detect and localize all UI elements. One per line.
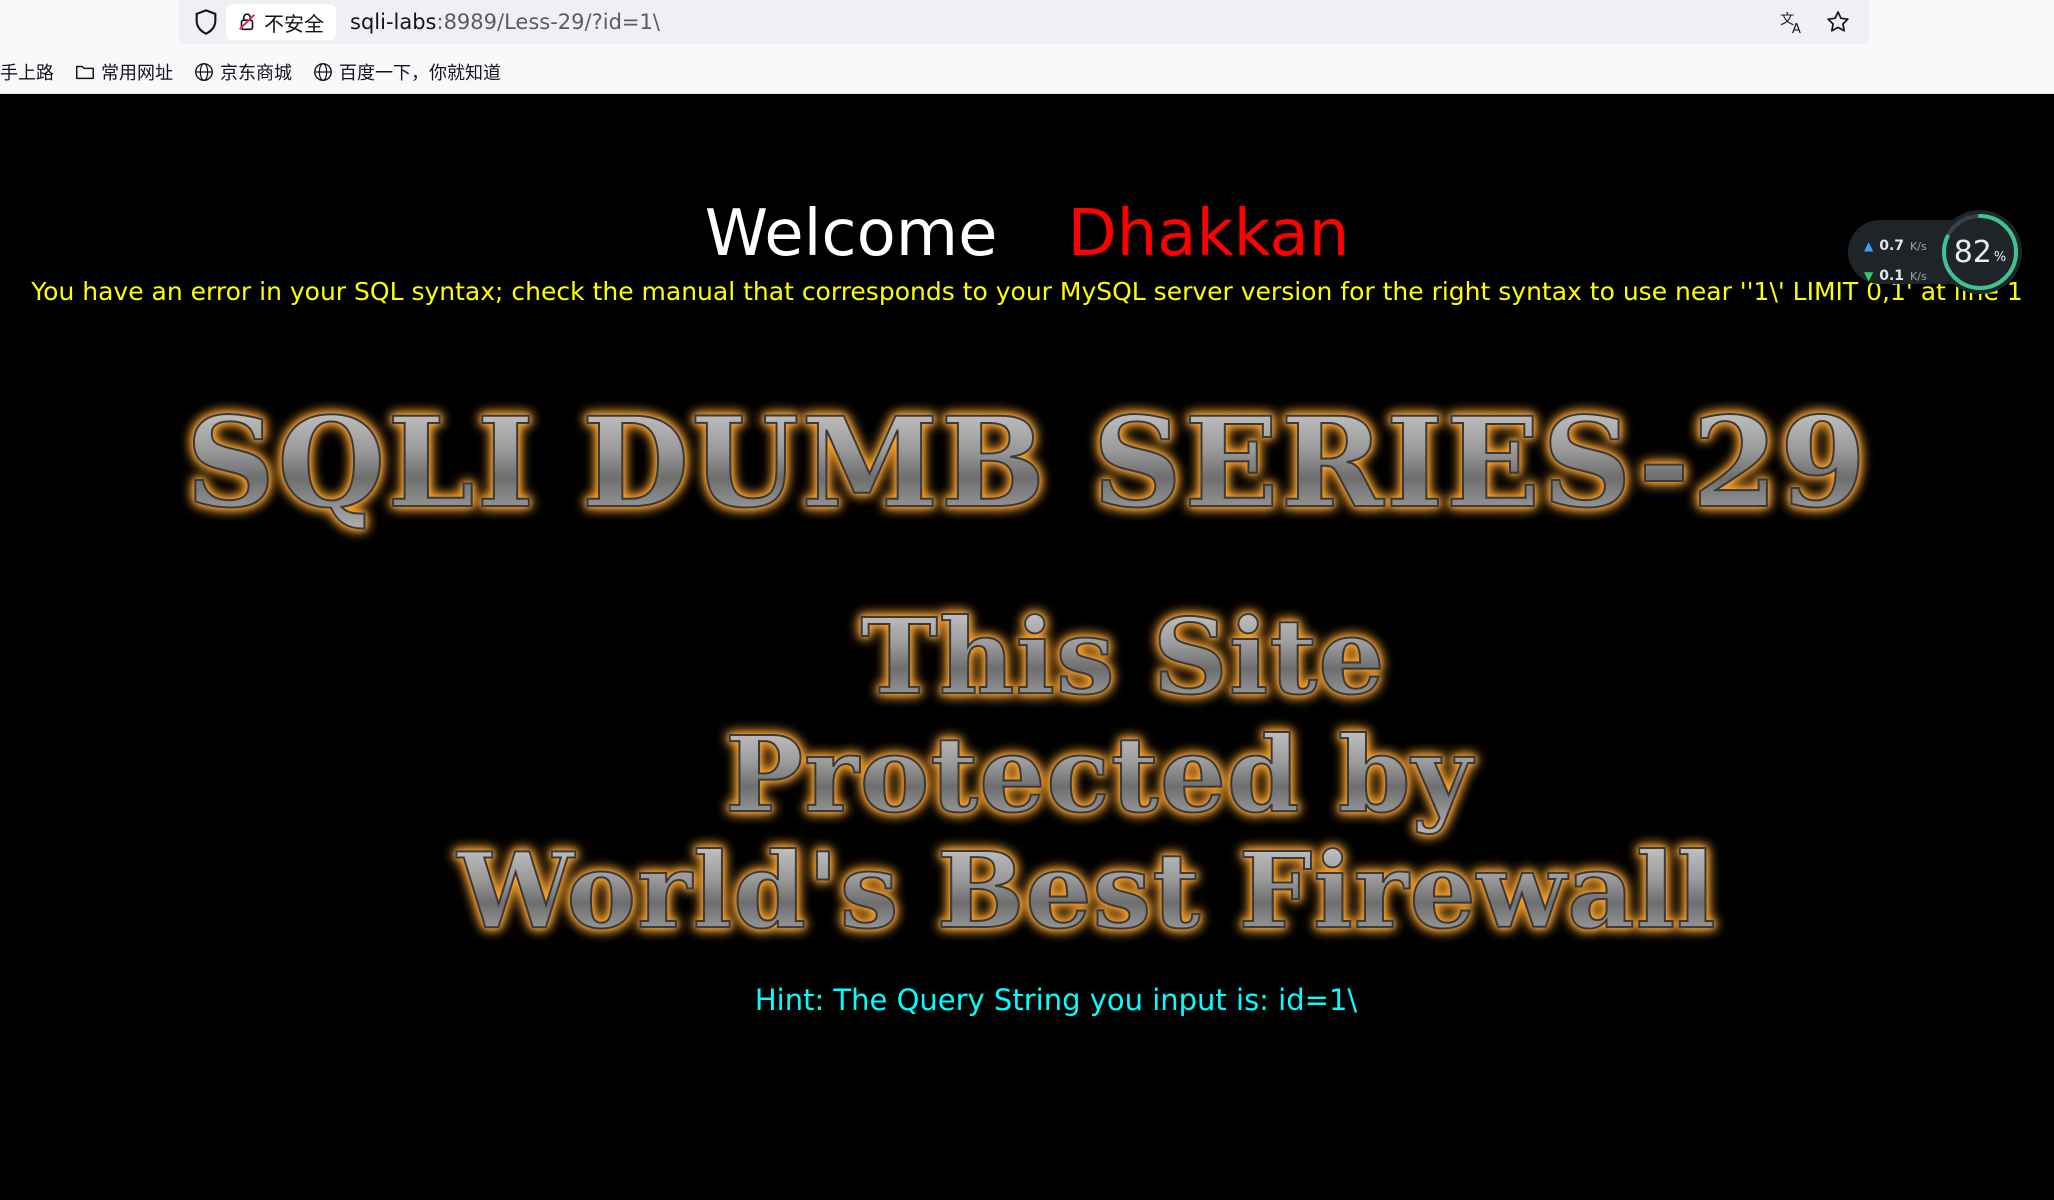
sql-error-message: You have an error in your SQL syntax; ch… [31, 277, 2023, 306]
globe-icon [195, 63, 213, 81]
upload-speed: ▲ 0.7 K/s [1864, 238, 1927, 254]
firewall-banner-line-3: World's Best Firewall [60, 831, 2054, 951]
svg-text:A: A [1792, 22, 1801, 35]
bookmark-item[interactable]: 手上路 [0, 59, 54, 85]
security-indicator[interactable]: 不安全 [226, 4, 336, 40]
bookmark-item[interactable]: 京东商城 [193, 59, 292, 85]
usage-readout: 82% [1936, 208, 2024, 296]
firewall-banner-line-2: Protected by [72, 715, 2054, 835]
query-hint: Hint: The Query String you input is: id=… [754, 983, 1358, 1017]
page-content: Welcome Dhakkan You have an error in your… [0, 94, 2054, 1200]
browser-chrome: 不安全 sqli-labs:8989/Less-29/?id=1\ 文 A 手上… [0, 0, 2054, 94]
network-monitor-widget[interactable]: ▲ 0.7 K/s ▼ 0.1 K/s 82% [1848, 208, 2024, 296]
download-value: 0.1 [1879, 268, 1905, 284]
url-path: :8989/Less-29/?id=1\ [436, 10, 660, 34]
bookmark-label: 京东商城 [220, 63, 292, 84]
address-bar[interactable]: 不安全 sqli-labs:8989/Less-29/?id=1\ 文 A [178, 0, 1870, 44]
welcome-name: Dhakkan [1067, 197, 1350, 271]
upload-value: 0.7 [1879, 238, 1905, 254]
translate-icon[interactable]: 文 A [1778, 8, 1806, 36]
url-text[interactable]: sqli-labs:8989/Less-29/?id=1\ [350, 8, 660, 36]
welcome-heading: Welcome Dhakkan [0, 198, 2054, 270]
folder-icon [76, 65, 94, 80]
bookmark-item[interactable]: 百度一下，你就知道 [312, 59, 501, 85]
globe-icon [314, 63, 332, 81]
download-arrow-icon: ▼ [1864, 269, 1874, 283]
bookmark-label: 百度一下，你就知道 [339, 63, 501, 84]
bookmark-label: 手上路 [0, 63, 54, 84]
series-banner: SQLI DUMB SERIES-29 [0, 393, 2054, 535]
welcome-word: Welcome [704, 197, 998, 271]
address-bar-actions: 文 A [1778, 8, 1852, 36]
upload-unit: K/s [1910, 239, 1927, 253]
upload-arrow-icon: ▲ [1864, 239, 1874, 253]
bookmarks-toolbar: 手上路 常用网址 京东商城 百度一下，你就知道 [0, 57, 521, 87]
download-speed: ▼ 0.1 K/s [1864, 268, 1927, 284]
memory-usage-dial[interactable]: 82% [1936, 208, 2024, 296]
bookmark-star-icon[interactable] [1824, 8, 1852, 36]
security-label: 不安全 [264, 11, 324, 36]
bookmark-folder[interactable]: 常用网址 [74, 59, 173, 85]
usage-percent: 82 [1953, 234, 1992, 270]
percent-sign: % [1993, 249, 2007, 265]
shield-icon[interactable] [192, 8, 220, 36]
firewall-banner-line-1: This Site [96, 597, 2054, 717]
bookmark-label: 常用网址 [101, 63, 173, 84]
url-host: sqli-labs [350, 10, 437, 34]
download-unit: K/s [1910, 269, 1927, 283]
insecure-lock-icon [239, 13, 255, 31]
